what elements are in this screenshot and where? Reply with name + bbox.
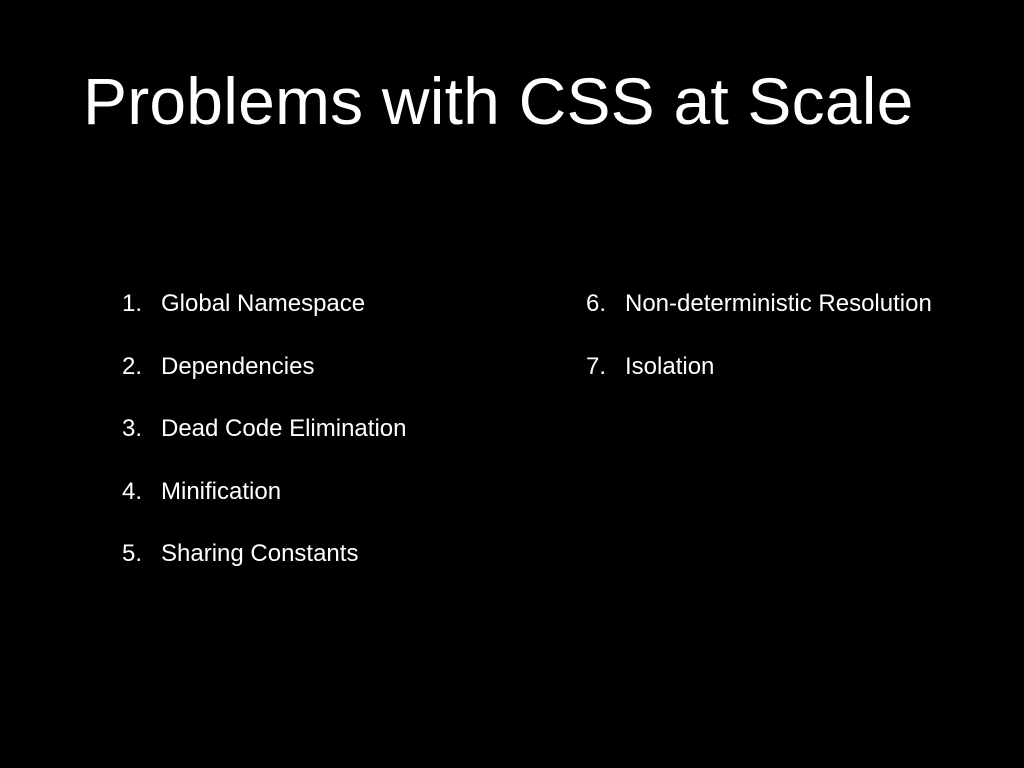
- item-text: Isolation: [625, 352, 715, 380]
- item-text: Sharing Constants: [161, 540, 359, 567]
- item-text: Dead Code Elimination: [161, 415, 407, 442]
- slide-title: Problems with CSS at Scale: [83, 64, 914, 138]
- list-item: 2. Dependencies: [122, 352, 406, 415]
- item-text: Dependencies: [161, 352, 315, 380]
- item-number: 6.: [586, 290, 607, 317]
- list-item: 6. Non-deterministic Resolution: [586, 289, 932, 352]
- item-number: 3.: [122, 415, 143, 442]
- list-item: 7. Isolation: [586, 352, 932, 415]
- item-text: Global Namespace: [161, 290, 366, 317]
- item-number: 4.: [122, 477, 143, 505]
- item-number: 5.: [122, 540, 143, 567]
- problem-list-left: 1. Global Namespace 2. Dependencies 3. Dead…: [122, 289, 406, 602]
- item-text: Minification: [161, 477, 282, 505]
- item-number: 2.: [122, 352, 143, 380]
- item-number: 7.: [586, 352, 607, 380]
- list-item: 4. Minification: [122, 477, 406, 540]
- item-text: Non-deterministic Resolution: [625, 290, 932, 317]
- slide: Problems with CSS at Scale 1. Global Name…: [0, 0, 1024, 768]
- list-item: 3. Dead Code Elimination: [122, 414, 406, 477]
- problem-list-right: 6. Non-deterministic Resolution 7. Isolati…: [586, 289, 932, 414]
- list-item: 5. Sharing Constants: [122, 539, 406, 602]
- list-item: 1. Global Namespace: [122, 289, 406, 352]
- item-number: 1.: [122, 290, 143, 317]
